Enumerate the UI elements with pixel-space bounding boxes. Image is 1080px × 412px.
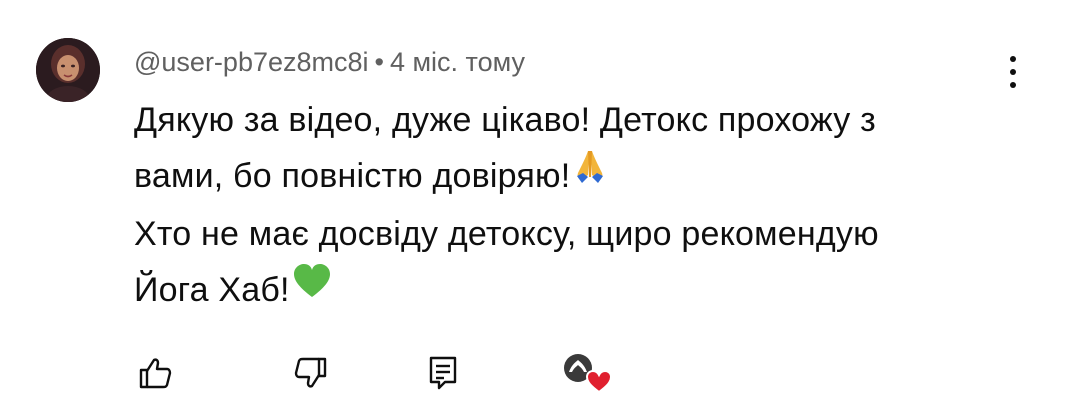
comment-header: @user-pb7ez8mc8i • 4 міс. тому [134,44,525,80]
separator-dot: • [374,47,384,77]
avatar[interactable] [36,38,100,102]
creator-heart [556,346,614,396]
more-options-icon-dot [1010,82,1016,88]
avatar-image [36,38,100,102]
comment-timestamp[interactable]: 4 міс. тому [390,47,525,77]
reply-icon [429,356,457,390]
comment-line-text: Хто не має досвіду детоксу, щиро рекомен… [134,215,879,254]
creator-heart-icon [564,354,613,394]
author-name[interactable]: @user-pb7ez8mc8i [134,47,369,77]
thumbs-down-icon [294,357,327,388]
comment-thread: @user-pb7ez8mc8i • 4 міс. тому Дякую за ві… [0,0,1080,412]
dislike-button[interactable] [288,350,334,396]
comment-line-text: вами, бо повністю довіряю! [134,157,571,195]
comment-line: вами, бо повністю довіряю! [134,148,1034,206]
comment-line-text: Дякую за відео, дуже цікаво! Детокс прох… [134,101,876,139]
more-options-icon-dot [1010,69,1016,75]
folded-hands-emoji [572,146,608,202]
comment-text: Дякую за відео, дуже цікаво! Детокс прох… [134,92,1034,320]
green-heart-emoji [292,260,332,316]
more-options-button[interactable] [998,52,1028,92]
comment-line: Дякую за відео, дуже цікаво! Детокс прох… [134,92,1034,148]
more-options-icon [1010,56,1016,62]
comment-line: Йога Хаб! [134,262,1034,320]
comment-line: Хто не має досвіду детоксу, щиро рекомен… [134,206,1034,262]
reply-button[interactable] [420,350,466,396]
like-button[interactable] [132,350,178,396]
comment-line-text: Йога Хаб! [134,271,290,310]
thumbs-up-icon [139,358,172,389]
